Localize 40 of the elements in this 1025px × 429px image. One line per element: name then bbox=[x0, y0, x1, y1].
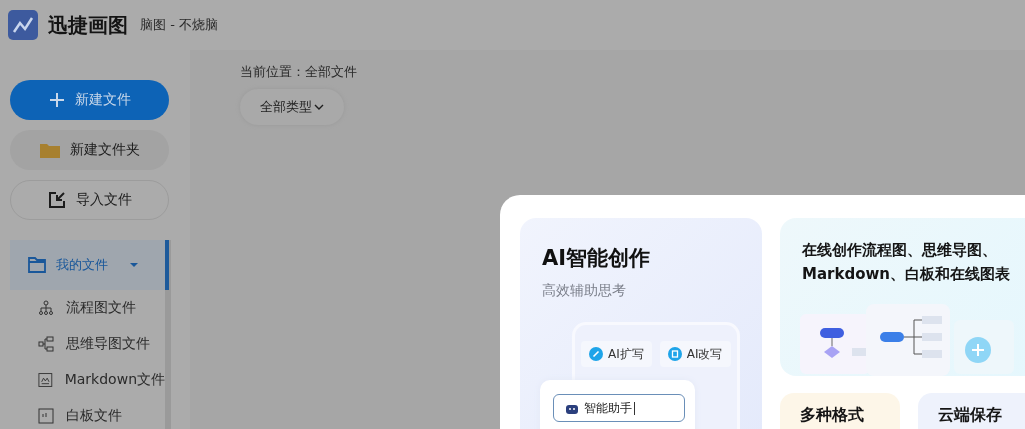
folder-icon bbox=[39, 142, 60, 158]
nav-subitem[interactable]: 流程图文件 bbox=[10, 290, 165, 326]
nav-subitem[interactable]: Markdown文件 bbox=[10, 362, 165, 398]
hierarchy-icon bbox=[38, 300, 54, 316]
markdown-icon bbox=[38, 372, 53, 388]
nav-subitem[interactable]: 白板文件 bbox=[10, 398, 165, 429]
robot-icon bbox=[566, 402, 578, 414]
caret-icon[interactable] bbox=[130, 261, 138, 269]
new-folder-button[interactable]: 新建文件夹 bbox=[10, 130, 169, 170]
assistant-input[interactable]: 智能助手 bbox=[553, 394, 685, 422]
nav-subitem-label: Markdown文件 bbox=[64, 371, 165, 389]
document-icon bbox=[667, 347, 682, 361]
intro-text: 在线创作流程图、思维导图、 bbox=[802, 240, 998, 261]
feature-tile-title: 云端保存 bbox=[938, 405, 1002, 424]
nav-subitem[interactable]: 思维导图文件 bbox=[10, 326, 165, 362]
feature-title: AI智能创作 bbox=[542, 245, 652, 272]
import-file-button[interactable]: 导入文件 bbox=[10, 180, 169, 220]
nav-subitem-label: 白板文件 bbox=[66, 407, 122, 425]
new-file-button[interactable]: 新建文件 bbox=[10, 80, 169, 120]
app-name: 迅捷画图 bbox=[48, 11, 128, 39]
whiteboard-icon bbox=[38, 408, 54, 424]
folder-icon bbox=[28, 257, 46, 273]
mindmap-icon bbox=[38, 336, 54, 352]
nav-subitem-label: 流程图文件 bbox=[66, 299, 136, 317]
nav-subitem-label: 思维导图文件 bbox=[66, 335, 150, 353]
intro-text: Markdown、白板和在线图表 bbox=[802, 264, 1011, 285]
feature-tile-title: 多种格式 bbox=[800, 405, 864, 424]
nav-label: 我的文件 bbox=[56, 256, 108, 274]
ai-chip[interactable]: AI扩写 bbox=[581, 341, 652, 367]
type-filter-dropdown[interactable]: 全部类型 bbox=[240, 89, 344, 125]
breadcrumb: 当前位置：全部文件 bbox=[240, 63, 357, 81]
plus-icon bbox=[48, 92, 65, 108]
chevron-down-icon bbox=[314, 103, 324, 111]
import-icon bbox=[47, 191, 66, 209]
ai-chip[interactable]: AI改写 bbox=[659, 341, 731, 367]
pencil-icon bbox=[589, 347, 603, 361]
app-subtitle: 脑图 - 不烧脑 bbox=[140, 16, 218, 34]
logo-icon bbox=[8, 10, 38, 40]
feature-subtitle: 高效辅助思考 bbox=[542, 282, 627, 300]
scrollbar[interactable] bbox=[165, 240, 171, 429]
